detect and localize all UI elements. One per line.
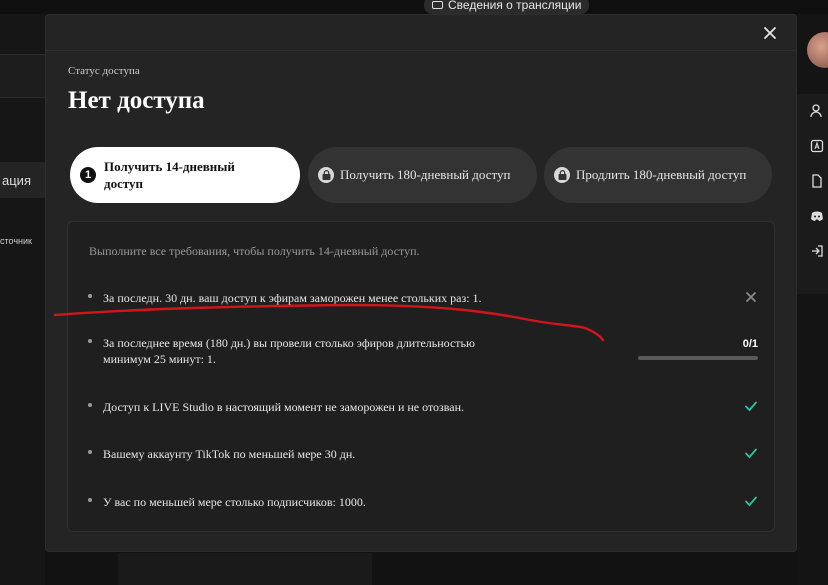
background-left-item[interactable]: ация bbox=[0, 162, 45, 198]
header-divider bbox=[46, 50, 796, 51]
requirements-intro: Выполните все требования, чтобы получить… bbox=[89, 244, 420, 258]
bullet bbox=[88, 450, 92, 454]
requirement-text: Доступ к LIVE Studio в настоящий момент … bbox=[103, 400, 465, 414]
background-right-panel bbox=[797, 14, 828, 585]
status-label: Статус доступа bbox=[68, 65, 140, 77]
page-title: Нет доступа bbox=[68, 87, 205, 114]
progress-bar bbox=[638, 356, 758, 360]
requirement-text: За последн. 30 дн. ваш доступ к эфирам з… bbox=[103, 291, 482, 305]
monitor-icon bbox=[432, 1, 443, 9]
background-left-item-2[interactable]: сточник bbox=[0, 236, 45, 254]
tab-180-day-access[interactable]: Получить 180-дневный доступ bbox=[308, 147, 537, 203]
tab-label: Получить 14-дневный доступ bbox=[104, 158, 235, 192]
close-icon bbox=[764, 27, 776, 39]
tab-label: Продлить 180-дневный доступ bbox=[576, 167, 747, 182]
bullet bbox=[88, 403, 92, 407]
exit-icon[interactable] bbox=[810, 244, 824, 258]
bullet bbox=[88, 498, 92, 502]
requirement-text-line2: минимум 25 минут: 1. bbox=[103, 352, 216, 366]
requirement-item: Вашему аккаунту TikTok по меньшей мере 3… bbox=[88, 446, 758, 462]
right-rail bbox=[797, 94, 828, 294]
background-left-panel: ация сточник bbox=[0, 14, 45, 585]
tab-extend-180-day-access[interactable]: Продлить 180-дневный доступ bbox=[544, 147, 772, 203]
check-icon bbox=[744, 399, 758, 413]
discord-icon[interactable] bbox=[810, 209, 824, 223]
step-number-badge: 1 bbox=[80, 167, 96, 183]
user-icon[interactable] bbox=[810, 104, 824, 118]
bullet bbox=[88, 339, 92, 343]
tab-label: Получить 180-дневный доступ bbox=[340, 167, 511, 182]
requirement-item: У вас по меньшей мере столько подписчико… bbox=[88, 494, 758, 510]
background-left-row bbox=[0, 54, 45, 98]
requirement-text: Вашему аккаунту TikTok по меньшей мере 3… bbox=[103, 447, 356, 461]
live-info-label: Сведения о трансляции bbox=[448, 0, 582, 12]
tab-14-day-access[interactable]: 1 Получить 14-дневный доступ bbox=[70, 147, 300, 203]
requirement-item: За последнее время (180 дн.) вы провели … bbox=[88, 335, 758, 367]
tab-label-line1: Получить 14-дневный bbox=[104, 159, 235, 174]
progress-indicator: 0/1 bbox=[638, 338, 758, 360]
document-icon[interactable] bbox=[810, 174, 824, 188]
progress-count: 0/1 bbox=[742, 338, 758, 350]
check-icon bbox=[744, 494, 758, 508]
requirement-text: У вас по меньшей мере столько подписчико… bbox=[103, 495, 366, 509]
cross-icon bbox=[744, 290, 758, 304]
requirements-panel: Выполните все требования, чтобы получить… bbox=[67, 221, 775, 532]
background-bottom-panel bbox=[118, 553, 372, 585]
background-topbar bbox=[0, 0, 828, 14]
caption-icon[interactable] bbox=[810, 139, 824, 153]
requirement-item: За последн. 30 дн. ваш доступ к эфирам з… bbox=[88, 290, 758, 306]
avatar[interactable] bbox=[807, 32, 828, 68]
access-status-modal: Статус доступа Нет доступа 1 Получить 14… bbox=[45, 14, 797, 552]
lock-icon bbox=[318, 167, 334, 183]
live-info-button[interactable]: Сведения о трансляции bbox=[424, 0, 590, 14]
tab-label-line2: доступ bbox=[104, 176, 144, 191]
check-icon bbox=[744, 446, 758, 460]
bullet bbox=[88, 294, 92, 298]
lock-icon bbox=[554, 167, 570, 183]
close-button[interactable] bbox=[762, 25, 778, 41]
requirement-item: Доступ к LIVE Studio в настоящий момент … bbox=[88, 399, 758, 415]
requirement-text-line1: За последнее время (180 дн.) вы провели … bbox=[103, 336, 475, 350]
